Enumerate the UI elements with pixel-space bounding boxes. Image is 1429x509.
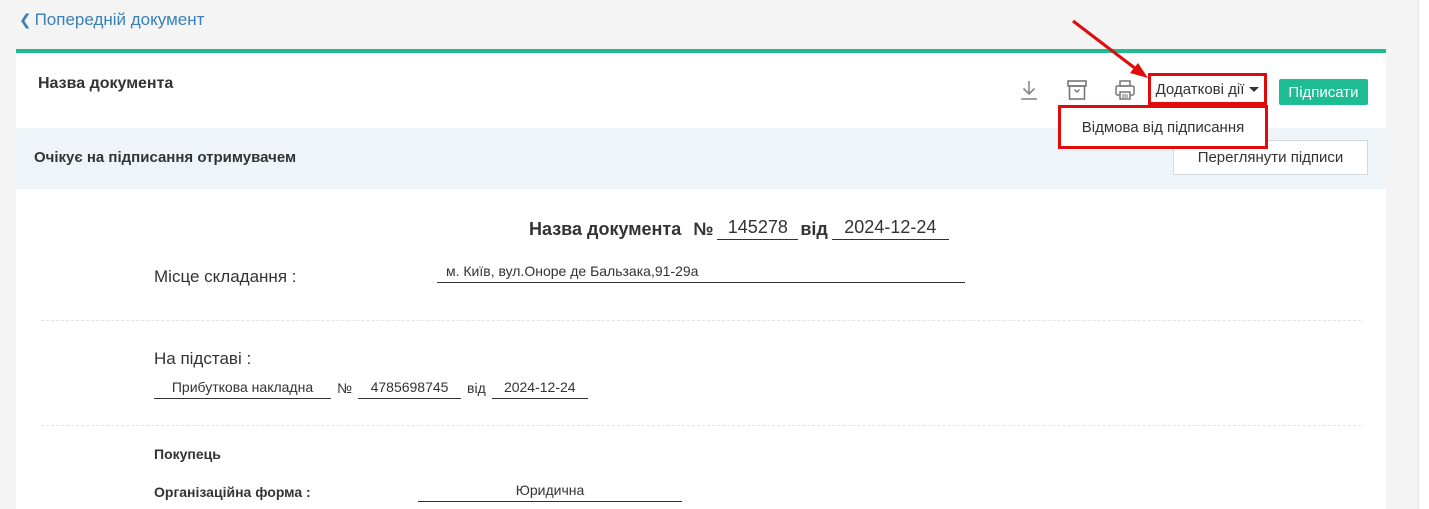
additional-actions-label: Додаткові дії [1155,80,1245,98]
divider [41,425,1361,426]
menu-item-refuse-signing[interactable]: Відмова від підписання [1058,105,1268,149]
basis-row: Прибуткова накладна № 4785698745 від 202… [154,379,588,399]
basis-doc-field: Прибуткова накладна [154,379,331,399]
back-link-label: Попередній документ [34,10,205,29]
chevron-left-icon: ❮ [19,12,32,29]
divider [41,320,1361,321]
place-value: м. Київ, вул.Оноре де Бальзака,91-29а [437,263,965,283]
additional-actions-dropdown[interactable]: Додаткові дії [1148,73,1267,105]
archive-button[interactable] [1064,77,1090,103]
download-icon [1021,81,1037,100]
from-label: від [800,219,828,239]
document-card: Назва документа Додаткові дії Підписати … [16,49,1386,509]
document-header-title: Назва документа [38,75,174,92]
basis-number-field: 4785698745 [358,379,462,399]
basis-label: На підставі : [154,349,252,368]
number-sign: № [693,219,714,239]
scrollbar[interactable] [1418,0,1429,509]
caret-down-icon [1249,86,1260,92]
download-button[interactable] [1016,77,1042,103]
status-text: Очікує на підписання отримувачем [34,149,297,166]
document-date-field: 2024-12-24 [831,217,949,240]
document-body: Назва документа № 145278 від 2024-12-24 … [16,189,1386,509]
print-icon [1115,80,1135,100]
org-form-label: Організаційна форма : [154,484,311,500]
basis-date-field: 2024-12-24 [491,379,588,399]
basis-from-label: від [467,380,486,396]
buyer-label: Покупець [154,446,221,462]
archive-icon [1067,80,1087,100]
org-form-value: Юридична [418,482,682,502]
document-header: Назва документа Додаткові дії Підписати … [16,53,1386,149]
document-main-title: Назва документа № 145278 від 2024-12-24 [529,217,949,240]
sign-button[interactable]: Підписати [1279,79,1368,105]
basis-number-sign: № [337,380,353,396]
print-button[interactable] [1112,77,1138,103]
document-number-field: 145278 [717,217,799,240]
document-title: Назва документа [529,219,682,239]
back-link[interactable]: ❮ Попередній документ [19,10,204,30]
place-label: Місце складання : [154,267,297,286]
